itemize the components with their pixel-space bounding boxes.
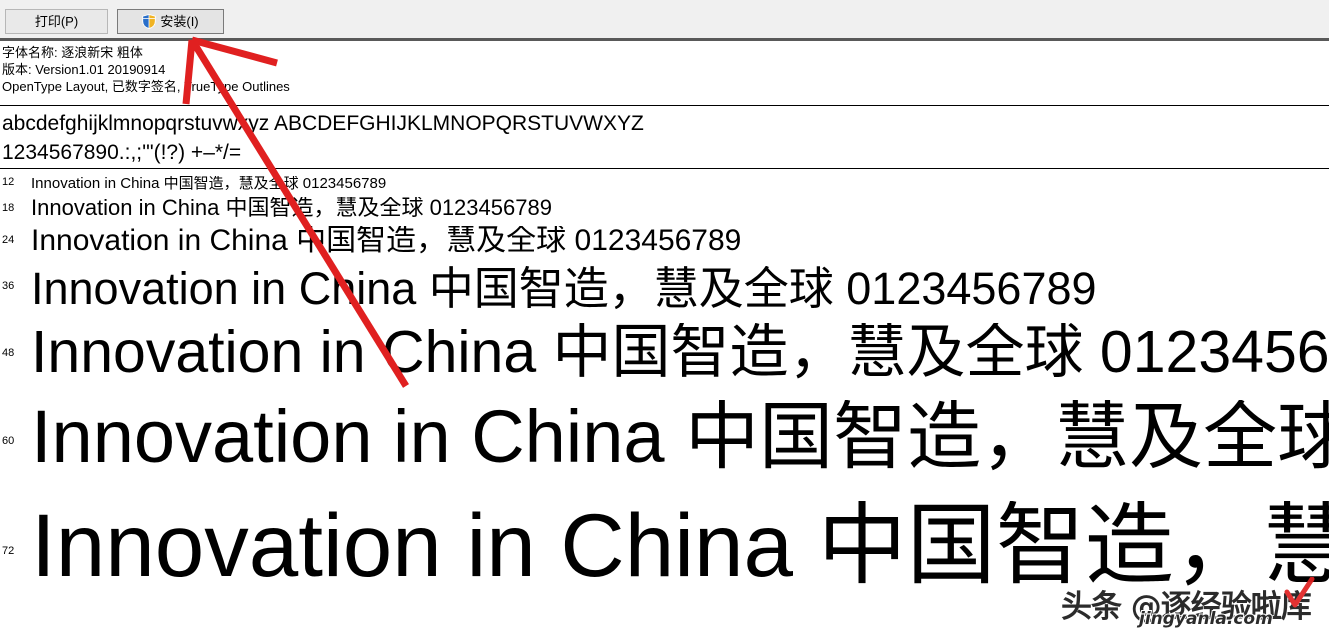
sample-text: Innovation in China 中国智造，慧及全球 0123456789 (31, 226, 742, 257)
toolbar: 打印(P) 安装(I) (0, 0, 1329, 41)
sample-row: 48 Innovation in China 中国智造，慧及全球 01234567… (0, 323, 1329, 403)
red-check-icon (1284, 577, 1315, 608)
sample-size-label: 36 (2, 280, 15, 292)
print-button[interactable]: 打印(P) (5, 9, 108, 34)
font-outline-line: OpenType Layout, 已数字签名, TrueType Outline… (2, 79, 290, 94)
sample-row: 18 Innovation in China 中国智造，慧及全球 01234567… (0, 197, 1329, 227)
font-info-block: 字体名称: 逐浪新宋 粗体 版本: Version1.01 20190914 O… (0, 44, 1329, 95)
alphabet-line: abcdefghijklmnopqrstuvwxyz ABCDEFGHIJKLM… (2, 112, 644, 135)
sample-row: 60 Innovation in China 中国智造，慧及全球 01234567… (0, 400, 1329, 500)
sample-size-label: 72 (2, 545, 15, 557)
sample-size-label: 18 (2, 202, 15, 214)
size-sample-list: 12 Innovation in China 中国智造，慧及全球 01234567… (0, 168, 1329, 633)
print-button-label: 打印(P) (34, 14, 79, 29)
font-version-line: 版本: Version1.01 20190914 (2, 62, 166, 77)
sample-size-label: 60 (2, 435, 15, 447)
sample-text: Innovation in China 中国智造，慧及全球 0123456789 (31, 197, 552, 220)
character-set-preview: abcdefghijklmnopqrstuvwxyz ABCDEFGHIJKLM… (2, 109, 1329, 167)
sample-text: Innovation in China 中国智造，慧及全球 0123456789 (31, 400, 1329, 478)
sample-size-label: 48 (2, 347, 15, 359)
install-button[interactable]: 安装(I) (117, 9, 224, 34)
uac-shield-icon (142, 13, 157, 30)
sample-size-label: 12 (2, 176, 15, 188)
digits-punct-line: 1234567890.:,;'"(!?) +–*/= (2, 141, 242, 164)
font-name-line: 字体名称: 逐浪新宋 粗体 (2, 45, 143, 60)
sample-row: 12 Innovation in China 中国智造，慧及全球 01234567… (0, 176, 1329, 196)
divider-top (0, 105, 1329, 106)
sample-size-label: 24 (2, 234, 15, 246)
install-button-label: 安装(I) (160, 14, 199, 29)
sample-row: 24 Innovation in China 中国智造，慧及全球 01234567… (0, 226, 1329, 267)
sample-text: Innovation in China 中国智造，慧及全球 0123456789 (31, 323, 1329, 385)
watermark-url: jingyanla.com (1138, 608, 1274, 630)
sample-text: Innovation in China 中国智造，慧及全球 0123456789 (31, 176, 387, 192)
sample-text: Innovation in China 中国智造，慧及全球 0123456789 (31, 501, 1329, 595)
sample-row: 36 Innovation in China 中国智造，慧及全球 01234567… (0, 266, 1329, 327)
sample-text: Innovation in China 中国智造，慧及全球 0123456789 (31, 266, 1097, 314)
watermark: 头条 @逐经验啦库 jingyanla.com (1061, 577, 1323, 630)
